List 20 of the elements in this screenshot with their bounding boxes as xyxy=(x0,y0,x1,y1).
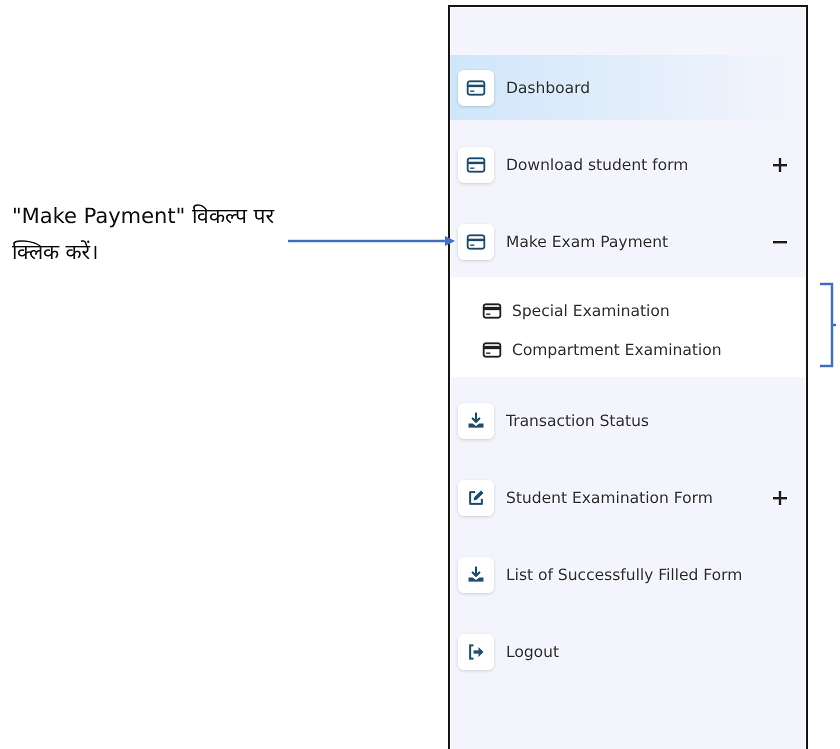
edit-icon xyxy=(466,488,486,508)
logout-icon xyxy=(466,642,486,662)
card-icon xyxy=(482,340,502,360)
card-icon xyxy=(466,232,486,252)
sidebar-item[interactable]: Transaction Status xyxy=(450,388,806,453)
sidebar-item[interactable]: List of Successfully Filled Form xyxy=(450,542,806,607)
sidebar-item[interactable]: Logout xyxy=(450,619,806,684)
plus-icon[interactable] xyxy=(772,156,788,172)
card-icon xyxy=(466,78,486,98)
sidebar-item[interactable]: Make Exam Payment xyxy=(450,209,806,274)
submenu-item[interactable]: Compartment Examination xyxy=(482,330,722,369)
sidebar-item[interactable]: Student Examination Form xyxy=(450,465,806,530)
download-icon xyxy=(466,410,486,430)
submenu-item[interactable]: Special Examination xyxy=(482,291,670,330)
download-icon xyxy=(466,564,486,584)
instruction-text: "Make Payment" विकल्प पर क्लिक करें। xyxy=(12,203,276,266)
card-icon xyxy=(466,154,486,174)
card-icon xyxy=(482,300,502,320)
plus-icon[interactable] xyxy=(772,490,788,506)
sidebar-item[interactable]: Download student form xyxy=(450,132,806,197)
